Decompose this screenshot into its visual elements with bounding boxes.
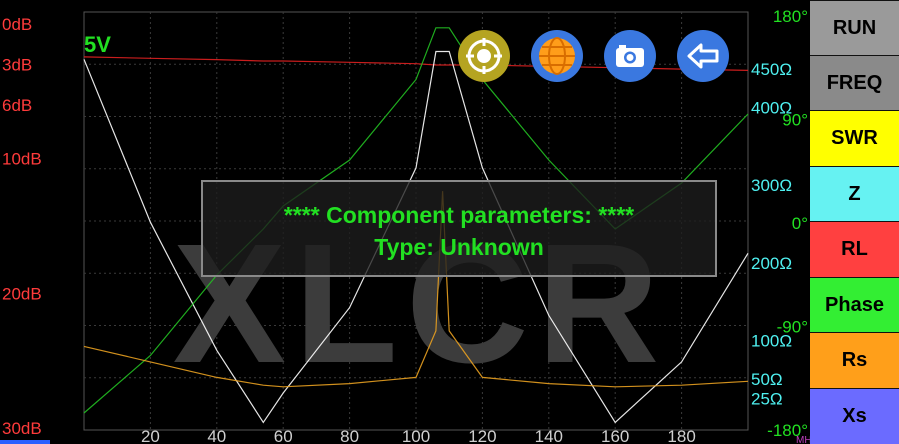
rs-button[interactable]: Rs bbox=[810, 332, 899, 388]
phase-tick-label: 0° bbox=[792, 214, 808, 233]
component-parameters-dialog: **** Component parameters: **** Type: Un… bbox=[201, 180, 717, 277]
db-tick-label: 10dB bbox=[2, 150, 42, 169]
ohm-tick-label: 25Ω bbox=[751, 390, 783, 409]
target-icon[interactable] bbox=[458, 30, 510, 82]
camera-icon[interactable] bbox=[604, 30, 656, 82]
x-unit-label: MHz bbox=[796, 435, 810, 444]
ohm-tick-label: 300Ω bbox=[751, 176, 792, 195]
ohm-tick-label: 100Ω bbox=[751, 331, 792, 350]
ohm-tick-label: 450Ω bbox=[751, 60, 792, 79]
x-tick-label: 100 bbox=[402, 427, 430, 444]
xs-button[interactable]: Xs bbox=[810, 388, 899, 444]
x-tick-label: 140 bbox=[535, 427, 563, 444]
x-tick-label: 40 bbox=[207, 427, 226, 444]
dialog-type: Type: Unknown bbox=[374, 234, 544, 260]
ohm-tick-label: 400Ω bbox=[751, 99, 792, 118]
phase-tick-label: 180° bbox=[773, 7, 808, 26]
run-button[interactable]: RUN bbox=[810, 0, 899, 55]
dialog-title: **** Component parameters: **** bbox=[283, 202, 635, 228]
x-tick-label: 80 bbox=[340, 427, 359, 444]
swr-button[interactable]: SWR bbox=[810, 110, 899, 166]
x-tick-label: 160 bbox=[601, 427, 629, 444]
db-tick-label: 20dB bbox=[2, 284, 42, 303]
db-tick-label: 6dB bbox=[2, 96, 32, 115]
freq-button[interactable]: FREQ bbox=[810, 55, 899, 110]
db-tick-label: 30dB bbox=[2, 419, 42, 438]
rl-button[interactable]: RL bbox=[810, 221, 899, 277]
z-button[interactable]: Z bbox=[810, 166, 899, 221]
ohm-tick-label: 50Ω bbox=[751, 370, 783, 389]
ohm-tick-label: 200Ω bbox=[751, 254, 792, 273]
db-tick-label: 0dB bbox=[2, 15, 32, 34]
voltage-label: 5V bbox=[84, 32, 111, 57]
x-tick-label: 180 bbox=[667, 427, 695, 444]
x-tick-label: 120 bbox=[468, 427, 496, 444]
db-tick-label: 3dB bbox=[2, 55, 32, 74]
color-marker bbox=[0, 440, 50, 444]
x-tick-label: 20 bbox=[141, 427, 160, 444]
globe-icon[interactable] bbox=[531, 30, 583, 82]
back-arrow-icon[interactable] bbox=[677, 30, 729, 82]
phase-button[interactable]: Phase bbox=[810, 277, 899, 332]
x-tick-label: 60 bbox=[274, 427, 293, 444]
